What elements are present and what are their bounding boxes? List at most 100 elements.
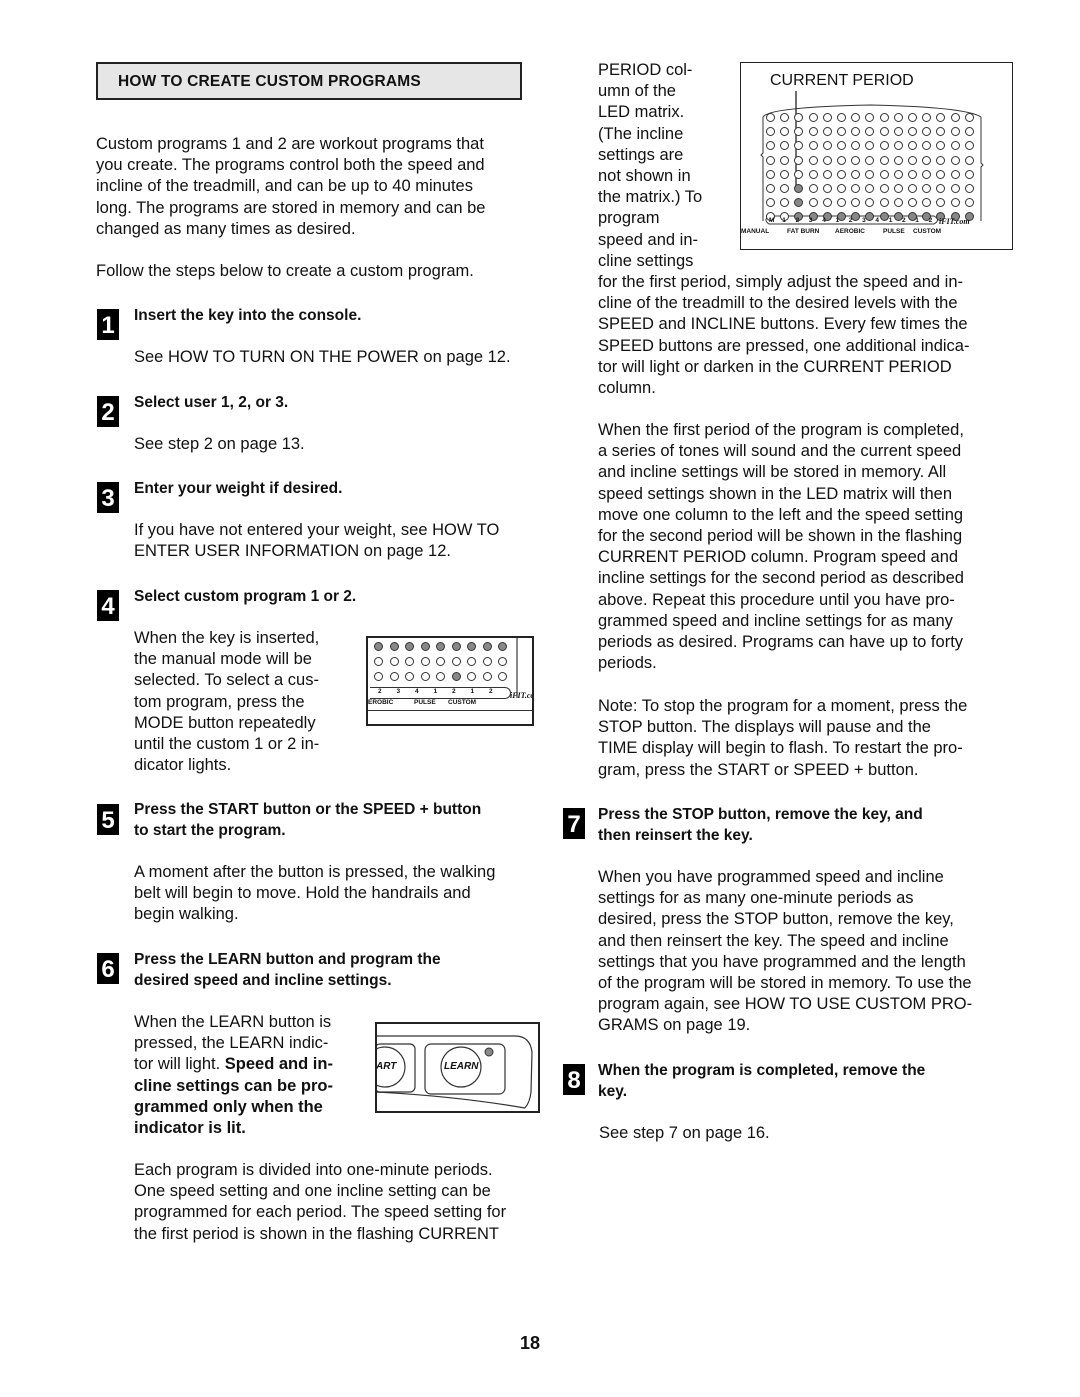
- led-indicator: [964, 127, 974, 137]
- program-group-label: CUSTOM: [448, 699, 477, 706]
- body-line: When the key is inserted,: [134, 629, 320, 647]
- note-paragraph: Note: To stop the program for a moment, …: [598, 696, 967, 781]
- ifit-logo: iFIT.com: [510, 691, 534, 700]
- led-indicator: [879, 198, 889, 208]
- body-line: tom program, press the: [134, 692, 305, 711]
- led-indicator: [964, 155, 974, 165]
- learn-button-figure: ART LEARN: [375, 1022, 540, 1113]
- step-6-heading: Press the LEARN button and program the d…: [134, 949, 441, 991]
- body-line: and then reinsert the key. The speed and…: [598, 931, 949, 950]
- led-indicator: [964, 169, 974, 179]
- body-line: A moment after the button is pressed, th…: [134, 863, 496, 881]
- body-line: periods as desired. Programs can have up…: [598, 633, 964, 652]
- step-6-body-3: PERIOD col- umn of the LED matrix. (The …: [598, 60, 702, 272]
- led-indicator: [893, 184, 903, 193]
- step-3-body: If you have not entered your weight, see…: [134, 520, 499, 562]
- body-line: When you have programmed speed and incli…: [598, 868, 944, 886]
- step-1-heading: Insert the key into the console.: [134, 307, 362, 324]
- body-line: a series of tones will sound and the cur…: [598, 442, 962, 461]
- led-indicator: [950, 155, 960, 165]
- step-3-heading: Enter your weight if desired.: [134, 480, 343, 497]
- body-line: When the first period of the program is …: [598, 421, 964, 439]
- led-indicator: [822, 198, 832, 208]
- led-indicator: [467, 672, 476, 681]
- led-indicator: [908, 155, 917, 165]
- program-group-label: FAT BURN: [787, 228, 820, 235]
- body-text: tor will light.: [134, 1055, 225, 1074]
- heading-line: to start the program.: [134, 822, 286, 840]
- program-number: 3: [808, 217, 813, 224]
- led-indicator: [837, 113, 846, 122]
- led-indicator: [837, 155, 846, 165]
- led-indicator: [808, 184, 818, 193]
- led-indicator: [950, 113, 960, 122]
- step-8-heading: When the program is completed, remove th…: [598, 1060, 925, 1102]
- led-indicator: [498, 642, 507, 651]
- led-indicator: [879, 141, 889, 151]
- body-line: program again, see HOW TO USE CUSTOM PRO…: [598, 995, 973, 1014]
- page-number: 18: [520, 1333, 541, 1353]
- program-number: 3: [396, 688, 401, 695]
- led-indicator: [922, 169, 932, 179]
- note-line: gram, press the START or SPEED + button.: [598, 760, 919, 779]
- led-indicator: [808, 141, 818, 151]
- body-line: SPEED buttons are pressed, one additiona…: [598, 336, 970, 355]
- step-7-body: When you have programmed speed and incli…: [598, 867, 972, 1037]
- body-line: until the custom 1 or 2 in-: [134, 735, 320, 754]
- body-line: dicator lights.: [134, 756, 232, 775]
- led-indicator: [374, 672, 383, 681]
- led-indicator: [780, 155, 790, 165]
- program-number: 2: [452, 688, 456, 695]
- program-group-label: PULSE: [414, 699, 436, 706]
- section-title: HOW TO CREATE CUSTOM PROGRAMS: [118, 73, 421, 90]
- led-indicator: [936, 155, 946, 165]
- led-indicator: [879, 212, 889, 222]
- led-indicator: [405, 672, 414, 681]
- body-line: belt will begin to move. Hold the handra…: [134, 884, 471, 903]
- body-line: speed settings shown in the LED matrix w…: [598, 484, 953, 503]
- body-line: GRAMS on page 19.: [598, 1016, 751, 1035]
- led-indicator: [794, 155, 804, 165]
- step-2-body: See step 2 on page 13.: [134, 435, 305, 453]
- led-indicator: [879, 155, 889, 165]
- step-6-body-4: for the first period, simply adjust the …: [598, 272, 969, 399]
- led-indicator: [766, 184, 775, 193]
- led-indicator: [893, 155, 903, 165]
- body-line: for the first period, simply adjust the …: [598, 273, 964, 291]
- body-line: the manual mode will be: [134, 650, 312, 669]
- program-number: 2: [378, 688, 382, 695]
- led-indicator: [808, 155, 818, 165]
- body-line: LED matrix.: [598, 103, 685, 122]
- step-number-1: 1: [97, 309, 119, 340]
- led-indicator: [908, 113, 917, 122]
- note-line: TIME display will begin to flash. To res…: [598, 739, 963, 758]
- body-line: cline of the treadmill to the desired le…: [598, 294, 958, 313]
- led-indicator: [482, 657, 492, 666]
- program-group-label: MANUAL: [741, 228, 770, 235]
- body-line: One speed setting and one incline settin…: [134, 1182, 491, 1201]
- heading-line: desired speed and incline settings.: [134, 972, 392, 990]
- led-indicator: [964, 198, 974, 208]
- step-7-heading: Press the STOP button, remove the key, a…: [598, 804, 923, 846]
- led-indicator: [851, 155, 861, 165]
- body-line: programmed for each period. The speed se…: [134, 1203, 507, 1222]
- step-6-body-5: When the first period of the program is …: [598, 420, 964, 674]
- program-number: 4: [875, 217, 880, 224]
- program-number: 2: [489, 688, 493, 695]
- led-indicator: [436, 672, 445, 681]
- body-line: settings that you have programmed and th…: [598, 952, 966, 971]
- body-line: begin walking.: [134, 905, 239, 924]
- led-indicator: [879, 127, 889, 137]
- body-line: PERIOD col-: [598, 61, 693, 79]
- learn-button-label: LEARN: [444, 1061, 479, 1072]
- program-group-label: CUSTOM: [913, 228, 942, 235]
- body-line: and incline settings will be stored in m…: [598, 463, 947, 482]
- body-line: cline settings can be pro-: [134, 1076, 333, 1095]
- step-number-3: 3: [97, 482, 119, 513]
- led-indicator: [766, 113, 775, 122]
- led-indicator: [498, 657, 507, 666]
- start-button-label: ART: [376, 1061, 397, 1072]
- body-line: not shown in: [598, 167, 691, 186]
- ifit-logo: iFIT.com: [939, 217, 970, 226]
- program-group-label: EROBIC: [368, 699, 394, 706]
